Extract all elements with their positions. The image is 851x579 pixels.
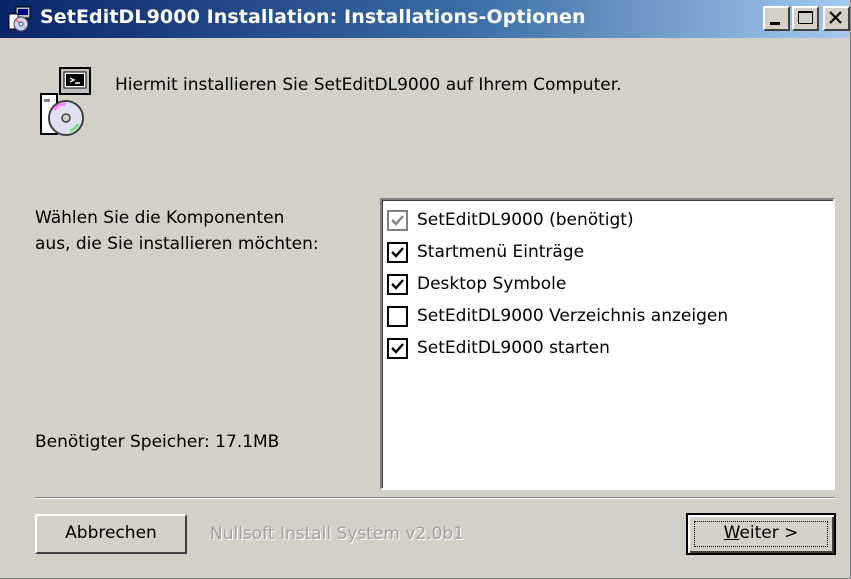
space-required-label: Benötigter Speicher: 17.1MB xyxy=(35,432,280,452)
footer-separator-highlight xyxy=(35,498,835,499)
installer-cd-icon xyxy=(40,67,91,136)
component-label: Startmenü Einträge xyxy=(417,242,585,262)
checkmark-icon xyxy=(391,343,404,354)
title-bar[interactable]: SetEditDL9000 Installation: Installation… xyxy=(0,0,850,38)
checkbox-seteditdl9000[interactable] xyxy=(387,210,408,231)
next-label-rest: eiter > xyxy=(739,523,799,543)
checkbox-desktop[interactable] xyxy=(387,274,408,295)
checkmark-disabled-icon xyxy=(391,215,404,226)
component-item-desktop[interactable]: Desktop Symbole xyxy=(387,270,827,300)
component-label: SetEditDL9000 Verzeichnis anzeigen xyxy=(417,306,729,326)
next-button-label: Weiter > xyxy=(724,523,799,543)
cancel-button[interactable]: Abbrechen xyxy=(35,514,187,554)
installer-icon xyxy=(8,6,31,32)
component-item-startmenu[interactable]: Startmenü Einträge xyxy=(387,238,827,268)
checkmark-icon xyxy=(391,247,404,258)
maximize-icon xyxy=(798,11,813,24)
minimize-icon xyxy=(770,22,780,25)
close-button[interactable] xyxy=(823,6,850,31)
component-item-launch[interactable]: SetEditDL9000 starten xyxy=(387,334,827,364)
close-icon xyxy=(829,11,842,24)
window-title: SetEditDL9000 Installation: Installation… xyxy=(40,6,586,28)
checkbox-launch[interactable] xyxy=(387,338,408,359)
next-button[interactable]: Weiter > xyxy=(686,513,836,555)
component-label: SetEditDL9000 (benötigt) xyxy=(417,210,634,230)
components-label: Wählen Sie die Komponenten aus, die Sie … xyxy=(35,208,319,254)
checkbox-startmenu[interactable] xyxy=(387,242,408,263)
checkmark-icon xyxy=(391,279,404,290)
maximize-button[interactable] xyxy=(792,6,819,31)
header-description: Hiermit installieren Sie SetEditDL9000 a… xyxy=(115,75,622,95)
minimize-button[interactable] xyxy=(763,6,790,31)
component-label: SetEditDL9000 starten xyxy=(417,338,610,358)
installer-window: SetEditDL9000 Installation: Installation… xyxy=(0,0,851,579)
checkbox-show-folder[interactable] xyxy=(387,306,408,327)
component-label: Desktop Symbole xyxy=(417,274,567,294)
next-accelerator: W xyxy=(723,523,740,543)
component-item-seteditdl9000[interactable]: SetEditDL9000 (benötigt) xyxy=(387,206,827,236)
components-list[interactable]: SetEditDL9000 (benötigt) Startmenü Eintr… xyxy=(380,198,835,490)
component-item-show-folder[interactable]: SetEditDL9000 Verzeichnis anzeigen xyxy=(387,302,827,332)
branding-text: Nullsoft Install System v2.0b1 xyxy=(210,524,465,544)
